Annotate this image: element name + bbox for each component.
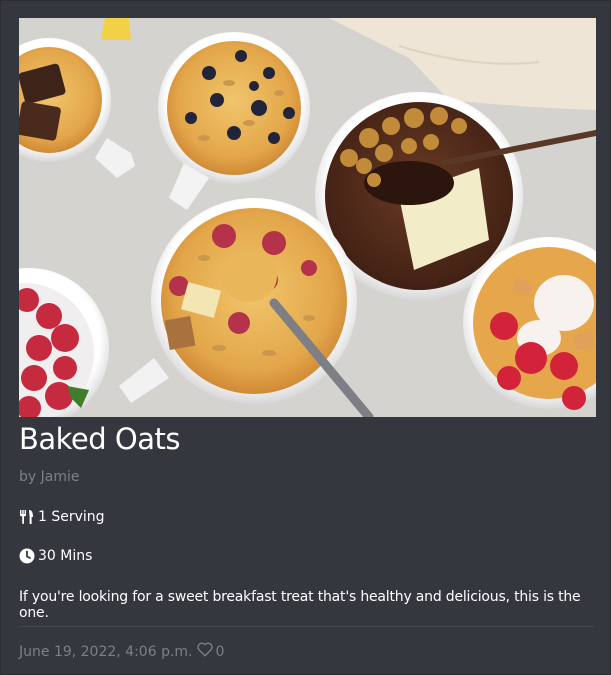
recipe-footer: June 19, 2022, 4:06 p.m. 0	[19, 642, 224, 661]
recipe-card[interactable]: Baked Oats by Jamie 1 Serving 30 Mins If…	[0, 0, 611, 675]
servings-text: 1 Serving	[38, 509, 105, 525]
recipe-date: June 19, 2022, 4:06 p.m.	[19, 643, 193, 660]
utensils-icon	[19, 509, 35, 525]
time-text: 30 Mins	[38, 548, 93, 564]
like-button[interactable]: 0	[196, 642, 225, 661]
footer-divider	[19, 626, 594, 627]
recipe-author[interactable]: by Jamie	[19, 469, 79, 485]
recipe-image[interactable]	[19, 18, 596, 417]
recipe-title[interactable]: Baked Oats	[19, 422, 180, 456]
heart-icon[interactable]	[196, 642, 213, 661]
servings-row: 1 Serving	[19, 509, 105, 525]
baked-oats-photo	[19, 18, 596, 417]
time-row: 30 Mins	[19, 548, 92, 564]
recipe-description: If you're looking for a sweet breakfast …	[19, 589, 581, 621]
like-count: 0	[215, 643, 225, 660]
clock-icon	[19, 548, 35, 564]
